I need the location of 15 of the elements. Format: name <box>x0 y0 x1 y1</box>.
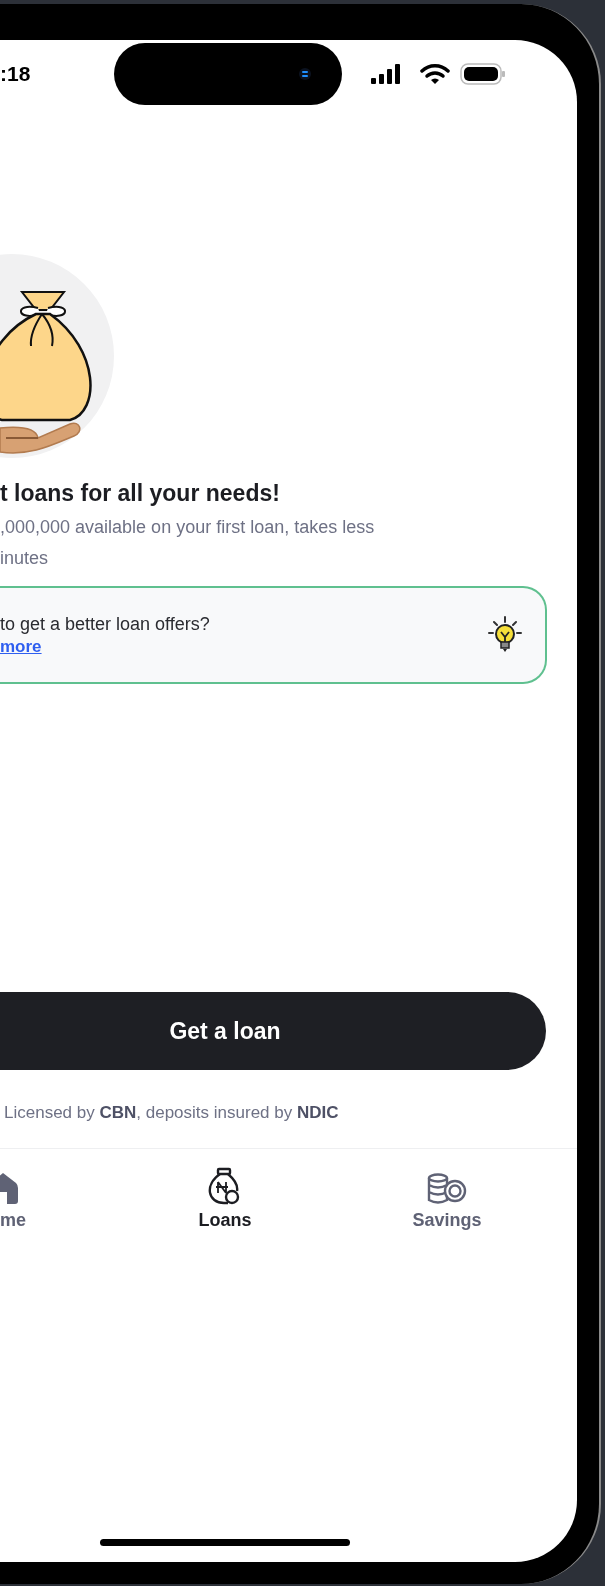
hero-subtitle: ,000,000 available on your first loan, takes less inutes <box>0 516 376 570</box>
status-time: :18 <box>0 61 32 88</box>
learn-more-link[interactable]: more <box>0 636 210 658</box>
license-note: Licensed by CBN, deposits insured by NDIC <box>3 1102 340 1125</box>
tab-bar-item[interactable]: Savings <box>397 1166 497 1231</box>
wifi-icon <box>420 63 450 85</box>
hero-title: t loans for all your needs! <box>0 479 281 508</box>
money-bag-icon <box>208 1166 242 1205</box>
tab-bar-item[interactable]: me <box>0 1166 40 1231</box>
get-loan-button[interactable]: Get a loan <box>0 992 546 1071</box>
camera-icon <box>298 67 312 81</box>
tab-bar-item[interactable]: Loans <box>175 1166 275 1231</box>
battery-icon <box>460 62 506 86</box>
tip-text: to get a better loan offers? <box>0 613 210 636</box>
coins-icon <box>427 1172 467 1205</box>
